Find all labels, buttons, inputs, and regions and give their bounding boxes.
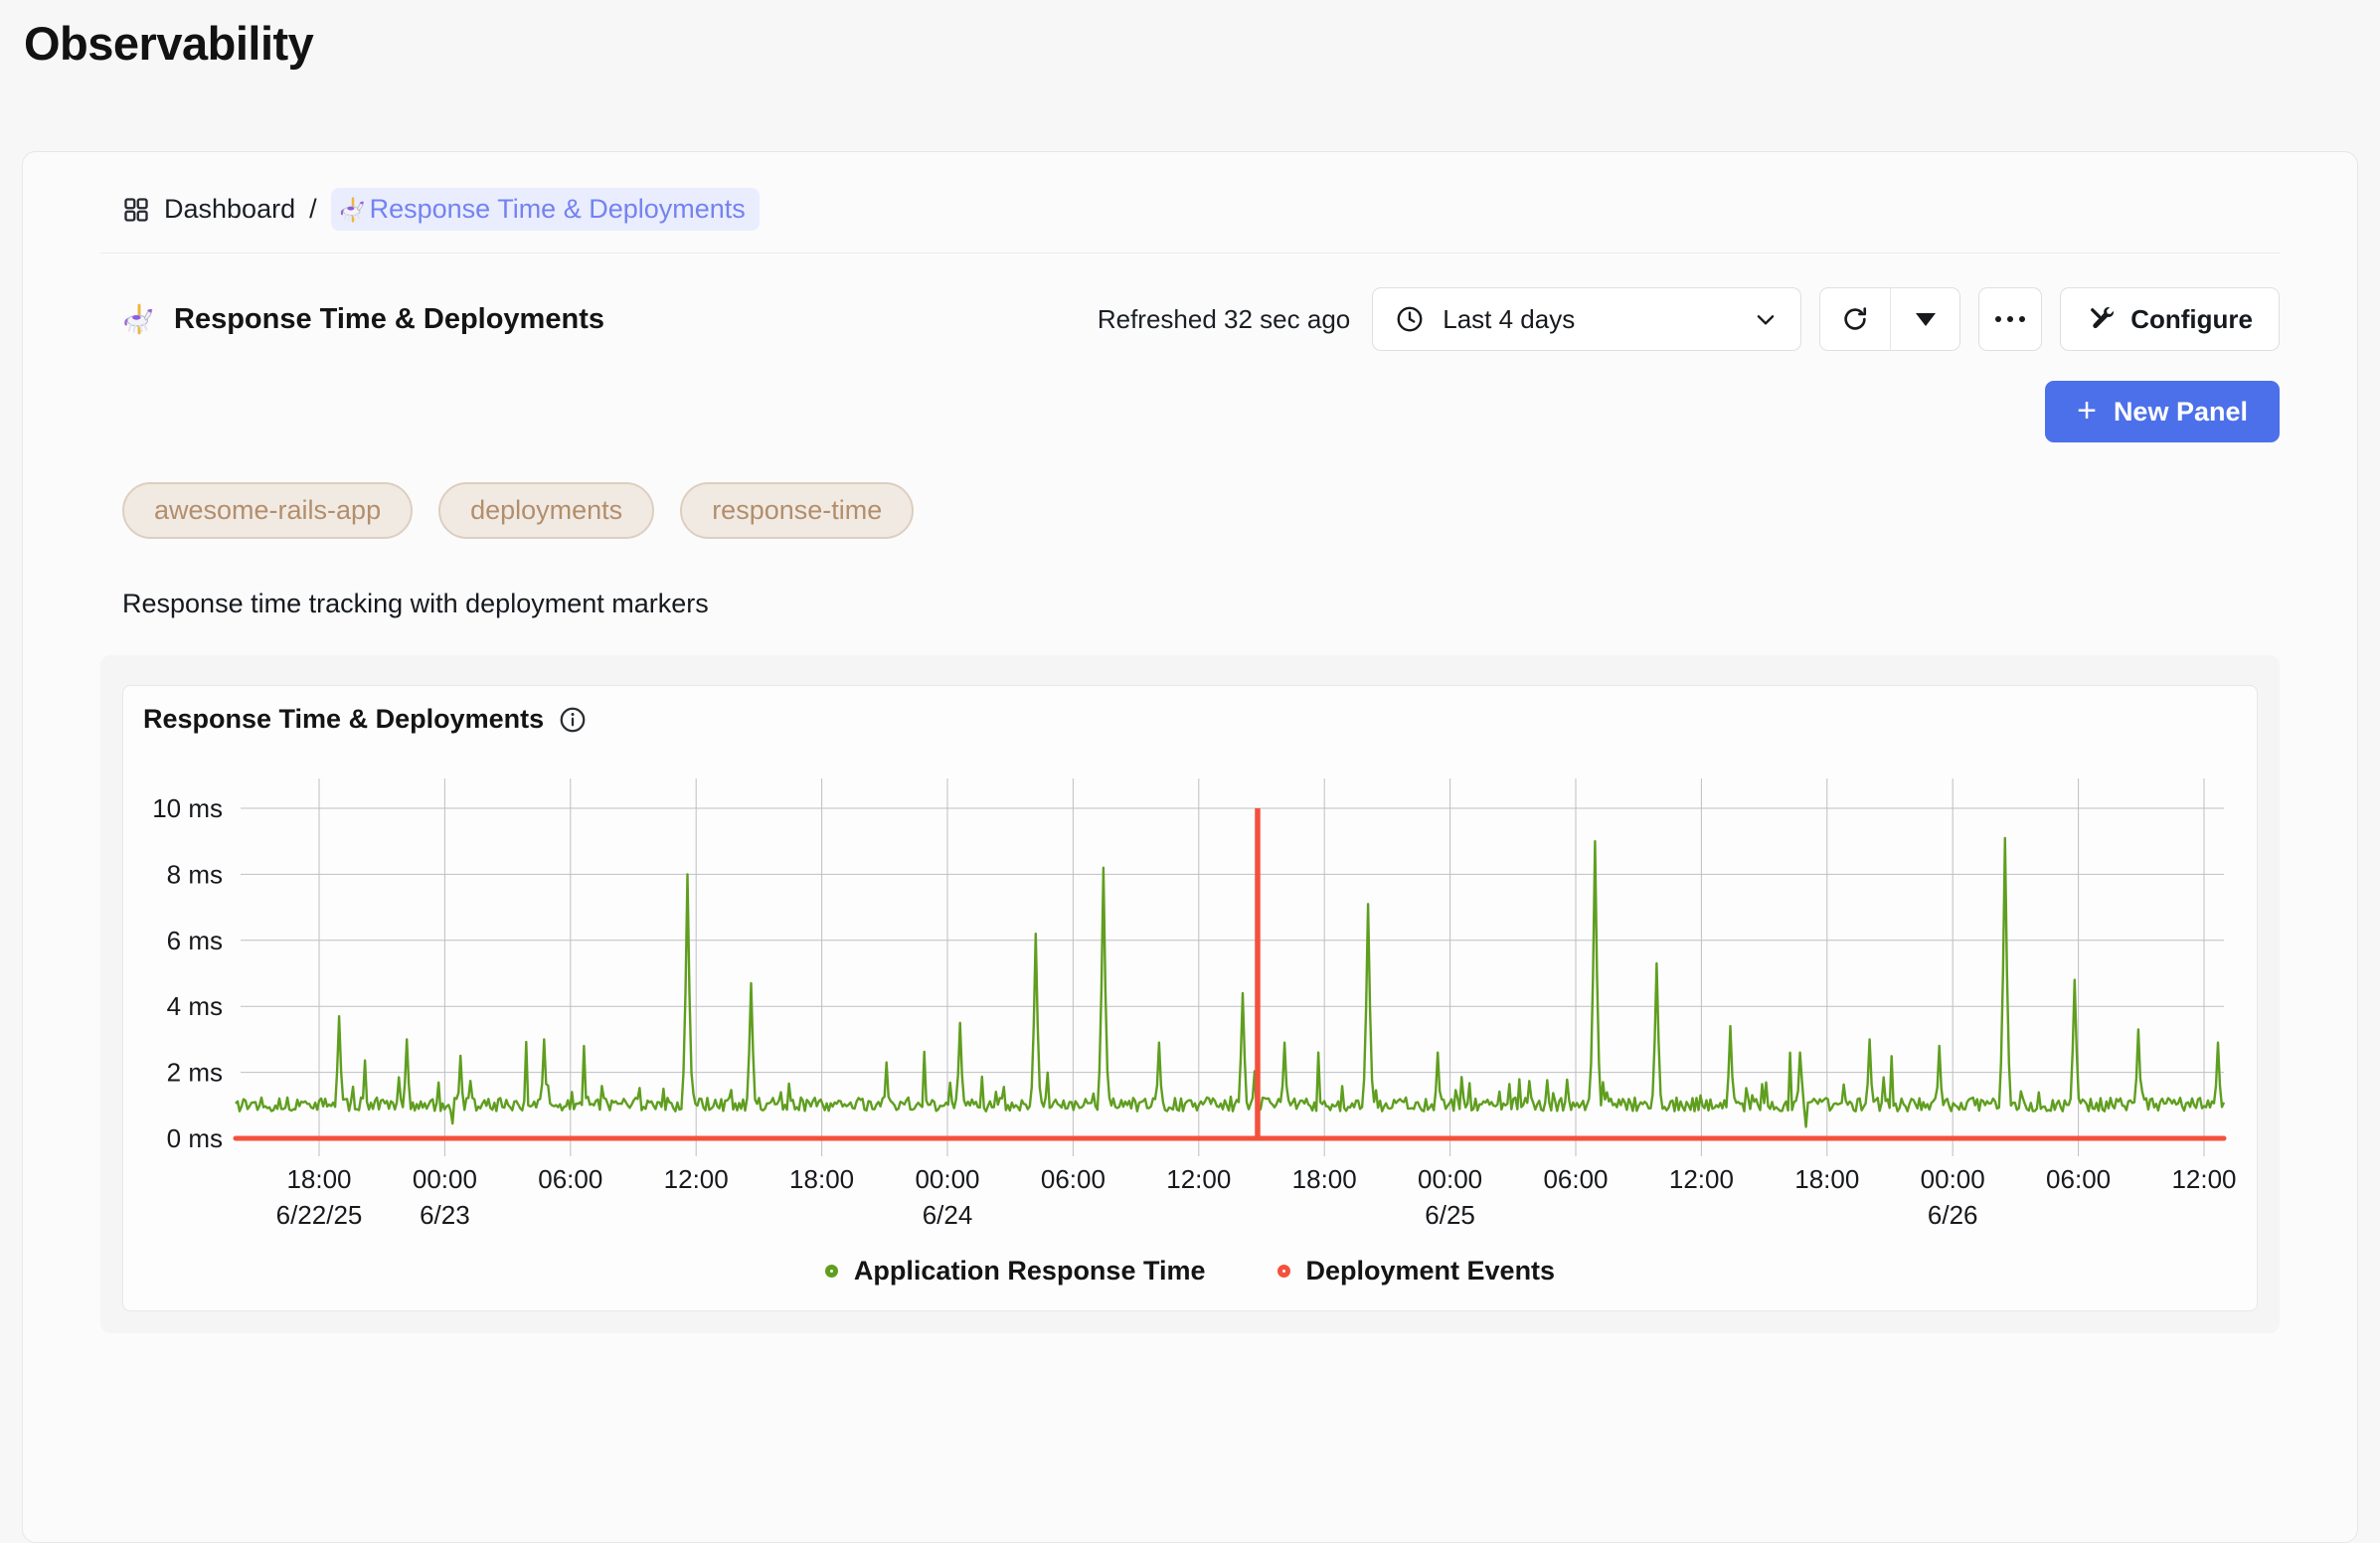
breadcrumb-current[interactable]: Response Time & Deployments — [331, 188, 760, 231]
new-panel-button[interactable]: + New Panel — [2045, 381, 2280, 442]
dashboard-card: Dashboard / Response Time & Deployments — [22, 151, 2358, 1543]
svg-text:00:00: 00:00 — [413, 1164, 477, 1194]
tags: awesome-rails-app deployments response-t… — [122, 482, 2280, 539]
refreshed-status: Refreshed 32 sec ago — [1098, 304, 1350, 335]
svg-text:0 ms: 0 ms — [167, 1123, 223, 1153]
svg-text:18:00: 18:00 — [286, 1164, 351, 1194]
refresh-options-button[interactable] — [1890, 288, 1959, 350]
plus-icon: + — [2077, 394, 2097, 428]
svg-text:18:00: 18:00 — [1292, 1164, 1357, 1194]
chart-legend: Application Response Time Deployment Eve… — [123, 1256, 2257, 1286]
panel-header: Response Time & Deployments Refreshed 32… — [100, 287, 2280, 351]
svg-text:6/23: 6/23 — [420, 1200, 470, 1230]
breadcrumb-dashboard[interactable]: Dashboard — [122, 194, 295, 225]
carousel-horse-icon — [339, 196, 367, 224]
panel-title: Response Time & Deployments — [174, 303, 604, 336]
time-range-select[interactable]: Last 4 days — [1372, 287, 1801, 351]
wrench-icon — [2087, 304, 2117, 334]
svg-text:4 ms: 4 ms — [167, 991, 223, 1021]
svg-text:10 ms: 10 ms — [152, 793, 223, 823]
response-time-marker-icon — [825, 1265, 838, 1278]
breadcrumb-current-label: Response Time & Deployments — [370, 194, 746, 225]
carousel-horse-icon — [122, 302, 156, 336]
legend-label: Application Response Time — [854, 1256, 1206, 1286]
refresh-icon — [1840, 304, 1870, 334]
svg-text:12:00: 12:00 — [1166, 1164, 1231, 1194]
breadcrumb: Dashboard / Response Time & Deployments — [122, 188, 2280, 231]
svg-text:6/22/25: 6/22/25 — [276, 1200, 363, 1230]
clock-icon — [1395, 304, 1425, 334]
panel-toolbar: Refreshed 32 sec ago Last 4 days — [1098, 287, 2280, 351]
svg-text:2 ms: 2 ms — [167, 1058, 223, 1088]
svg-text:00:00: 00:00 — [915, 1164, 979, 1194]
configure-label: Configure — [2130, 304, 2253, 335]
svg-text:6/26: 6/26 — [1928, 1200, 1978, 1230]
configure-button[interactable]: Configure — [2060, 287, 2280, 351]
svg-text:06:00: 06:00 — [1543, 1164, 1608, 1194]
legend-label: Deployment Events — [1306, 1256, 1556, 1286]
refresh-button[interactable] — [1820, 288, 1890, 350]
refresh-split-button — [1819, 287, 1960, 351]
ellipsis-icon — [1995, 316, 2025, 322]
tag[interactable]: awesome-rails-app — [122, 482, 413, 539]
svg-text:6/24: 6/24 — [923, 1200, 973, 1230]
svg-text:12:00: 12:00 — [664, 1164, 729, 1194]
time-range-value: Last 4 days — [1443, 304, 1575, 335]
svg-text:18:00: 18:00 — [789, 1164, 854, 1194]
chart-title: Response Time & Deployments — [143, 704, 544, 735]
svg-text:06:00: 06:00 — [538, 1164, 602, 1194]
svg-text:06:00: 06:00 — [2046, 1164, 2111, 1194]
panel-description: Response time tracking with deployment m… — [122, 589, 2280, 619]
divider — [100, 253, 2280, 254]
more-options-button[interactable] — [1978, 287, 2042, 351]
svg-text:12:00: 12:00 — [1669, 1164, 1734, 1194]
page-title: Observability — [0, 0, 2380, 71]
svg-text:8 ms: 8 ms — [167, 859, 223, 889]
tag[interactable]: deployments — [438, 482, 654, 539]
breadcrumb-dashboard-label: Dashboard — [164, 194, 295, 225]
chart-panel: Response Time & Deployments 0 ms 2 ms 4 ms… — [100, 655, 2280, 1333]
svg-text:18:00: 18:00 — [1794, 1164, 1859, 1194]
svg-text:12:00: 12:00 — [2171, 1164, 2236, 1194]
svg-text:00:00: 00:00 — [1921, 1164, 1985, 1194]
grid-icon — [122, 196, 150, 224]
dropdown-caret-icon — [1916, 313, 1936, 326]
svg-text:06:00: 06:00 — [1041, 1164, 1105, 1194]
svg-text:6/25: 6/25 — [1425, 1200, 1475, 1230]
svg-text:6 ms: 6 ms — [167, 926, 223, 955]
breadcrumb-separator: / — [309, 194, 317, 225]
deployment-marker-icon — [1277, 1265, 1290, 1278]
svg-text:00:00: 00:00 — [1418, 1164, 1482, 1194]
info-icon[interactable] — [558, 705, 588, 735]
tag[interactable]: response-time — [680, 482, 914, 539]
legend-deployment-events[interactable]: Deployment Events — [1277, 1256, 1556, 1286]
chevron-down-icon — [1753, 306, 1779, 332]
legend-application-response-time[interactable]: Application Response Time — [825, 1256, 1206, 1286]
chart-card: Response Time & Deployments 0 ms 2 ms 4 ms… — [122, 685, 2258, 1311]
new-panel-label: New Panel — [2114, 397, 2248, 428]
chart-canvas[interactable]: 0 ms 2 ms 4 ms 6 ms 8 ms 10 ms 18:00 6/22/25 00:… — [123, 741, 2257, 1238]
